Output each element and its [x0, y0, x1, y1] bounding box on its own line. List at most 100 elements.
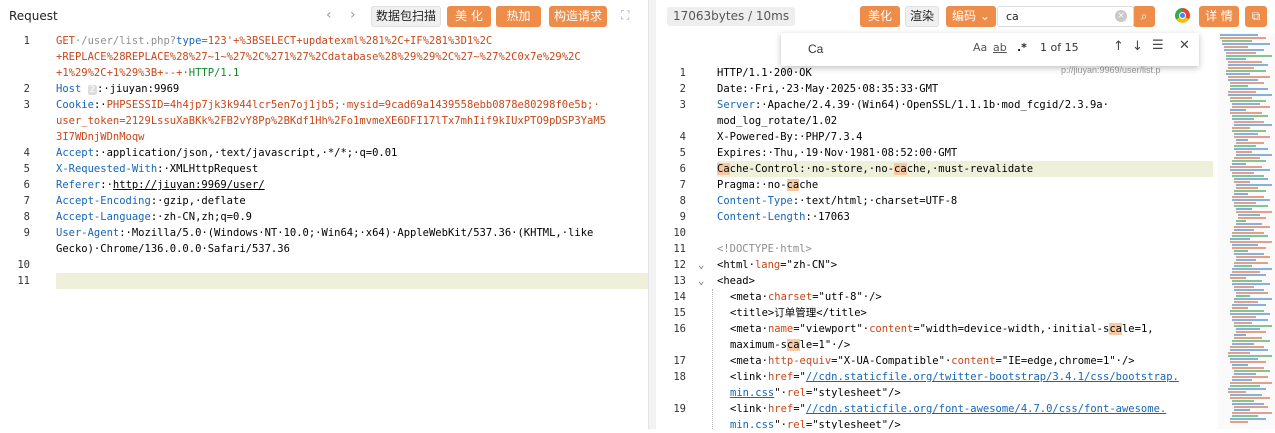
meta-viewport: <meta·name="viewport"·content="width=dev…: [730, 323, 1154, 335]
line-number: 14: [673, 291, 686, 303]
line-number: 3: [679, 99, 686, 111]
header-server: Server:·Apache/2.4.39·(Win64)·OpenSSL/1.…: [717, 99, 1109, 111]
find-input[interactable]: Ca: [808, 42, 823, 56]
search-icon: ⌕: [1140, 9, 1148, 23]
link-bootstrap: <link·href="//cdn.staticfile.org/twitter…: [730, 371, 1179, 383]
header-accept-language: Accept-Language:·zh-CN,zh;q=0.9: [56, 211, 252, 223]
header-date: Date:·Fri,·23·May·2025·08:35:33·GMT: [717, 83, 939, 95]
search-button[interactable]: ⌕: [1133, 6, 1155, 27]
line-number: 10: [673, 227, 686, 239]
line-number: 17: [673, 355, 686, 367]
fold-chevron-icon[interactable]: ⌄: [698, 273, 704, 289]
host-badge: 2: [87, 85, 98, 95]
link-bootstrap-cont: min.css"·rel="stylesheet"/>: [730, 387, 901, 399]
cookie-cont: 3I7WDnjWDnMoqw: [56, 131, 145, 143]
request-panel: Request ‹ › 数据包扫描 美 化 热加载 构造请求 ⛶ 1 GET·/u…: [0, 0, 649, 429]
beautify-button[interactable]: 美 化: [447, 6, 491, 27]
header-server-cont: mod_log_rotate/1.02: [717, 115, 838, 127]
close-icon[interactable]: ✕: [1179, 38, 1190, 53]
header-accept-encoding: Accept-Encoding:·gzip,·deflate: [56, 195, 246, 207]
line-number: 1: [23, 35, 30, 47]
forward-arrow-icon[interactable]: ›: [350, 7, 356, 23]
response-search-input[interactable]: ca ×: [997, 6, 1134, 27]
whole-word-toggle[interactable]: ab: [993, 41, 1007, 54]
beautify-button[interactable]: 美化: [860, 6, 900, 27]
line-number: 15: [673, 307, 686, 319]
build-request-button[interactable]: 构造请求: [549, 6, 607, 27]
minimap-preview: [1220, 34, 1272, 423]
line-number: 11: [673, 243, 686, 255]
line-number: 8: [23, 211, 30, 223]
response-toolbar: 17063bytes / 10ms 美化 渲染 编码 ⌄ ⌕ 详 情 ⧉: [656, 0, 1275, 33]
line-number: 4: [679, 131, 686, 143]
response-size: 17063bytes / 10ms: [667, 7, 796, 26]
request-editor[interactable]: 1 GET·/user/list.php?type=123'+%3BSELECT+…: [0, 33, 648, 429]
panel-divider[interactable]: [649, 0, 656, 429]
line-number: 7: [23, 195, 30, 207]
line-number: 5: [23, 163, 30, 175]
back-arrow-icon[interactable]: ‹: [326, 7, 332, 23]
hot-load-button[interactable]: 热加载: [496, 6, 541, 44]
copy-icon: ⧉: [1251, 9, 1261, 23]
line-number: 2: [23, 83, 30, 95]
encode-dropdown[interactable]: 编码 ⌄: [946, 6, 996, 27]
line-number: 3: [23, 99, 30, 111]
title-tag: <title>订单管理</title>: [730, 307, 867, 319]
clear-icon[interactable]: ×: [1115, 10, 1127, 22]
line-number: 6: [23, 179, 30, 191]
response-editor[interactable]: p://jiuyan:9969/user/list.p 1 HTTP/1.1·20…: [656, 33, 1275, 429]
find-widget: Ca Aa ab .* 1 of 15 ↑ ↓ ☰ ✕: [781, 33, 1199, 66]
meta-viewport-cont: maximum-scale=1"·/>: [730, 339, 851, 351]
header-content-type: Content-Type:·text/html;·charset=UTF-8: [717, 195, 958, 207]
request-line: GET·/user/list.php?type=123'+%3BSELECT+u…: [56, 35, 493, 47]
next-match-icon[interactable]: ↓: [1132, 39, 1143, 54]
request-line-cont: +REPLACE%28REPLACE%28%27~1~%27%2C%271%27…: [56, 51, 581, 63]
html-tag: <html·lang="zh-CN">: [717, 259, 838, 271]
render-button[interactable]: 渲染: [905, 6, 939, 27]
line-number: 9: [679, 211, 686, 223]
chevron-down-icon: ⌄: [979, 9, 990, 23]
request-line-cont: +1%29%2C+1%29%3B+--+·HTTP/1.1: [56, 67, 240, 79]
line-number: 7: [679, 179, 686, 191]
line-number: 8: [679, 195, 686, 207]
cookie-cont: user_token=2129LssuXaBKk%2FB2vY8Pp%2BKdf…: [56, 115, 606, 127]
find-in-selection-icon[interactable]: ☰: [1152, 38, 1164, 53]
user-agent-cont: Gecko)·Chrome/136.0.0.0·Safari/537.36: [56, 243, 290, 255]
line-number: 13: [673, 275, 686, 287]
details-button[interactable]: 详 情: [1199, 6, 1239, 27]
link-font-awesome-cont: min.css"·rel="stylesheet"/>: [730, 419, 901, 429]
line-number: 9: [23, 227, 30, 239]
link-font-awesome: <link·href="//cdn.staticfile.org/font-aw…: [730, 403, 1167, 415]
line-number: 19: [673, 403, 686, 415]
line-number: 10: [17, 259, 30, 271]
header-powered-by: X-Powered-By:·PHP/7.3.4: [717, 131, 863, 143]
line-number: 5: [679, 147, 686, 159]
previous-match-icon[interactable]: ↑: [1113, 39, 1124, 54]
meta-ua-compatible: <meta·http-equiv="X-UA-Compatible"·conte…: [730, 355, 1135, 367]
scan-button[interactable]: 数据包扫描: [371, 6, 442, 27]
minimap[interactable]: [1218, 33, 1275, 429]
header-cookie: Cookie:·PHPSESSID=4h4jp7jk3k944lcr5en7oj…: [56, 99, 600, 111]
copy-button[interactable]: ⧉: [1245, 6, 1267, 27]
chrome-icon[interactable]: [1175, 8, 1190, 23]
header-referer: Referer:·http://jiuyan:9969/user/: [56, 179, 265, 191]
line-number: 2: [679, 83, 686, 95]
request-toolbar: Request ‹ › 数据包扫描 美 化 热加载 构造请求 ⛶: [0, 0, 648, 44]
regex-toggle[interactable]: .*: [1017, 41, 1027, 54]
line-number: 12: [673, 259, 686, 271]
match-count: 1 of 15: [1040, 41, 1079, 54]
status-line: HTTP/1.1·200·OK: [717, 67, 812, 79]
line-number: 11: [17, 275, 30, 287]
request-title: Request: [9, 9, 58, 23]
line-number: 1: [679, 67, 686, 79]
header-accept: Accept:·application/json,·text/javascrip…: [56, 147, 398, 159]
header-cache-control: Cache-Control:·no-store,·no-cache,·must-…: [717, 163, 1034, 175]
expand-icon[interactable]: ⛶: [621, 8, 629, 23]
match-case-toggle[interactable]: Aa: [973, 41, 987, 54]
header-expires: Expires:·Thu,·19·Nov·1981·08:52:00·GMT: [717, 147, 958, 159]
header-host: Host 2:·jiuyan:9969: [56, 83, 180, 95]
header-user-agent: User-Agent:·Mozilla/5.0·(Windows·NT·10.0…: [56, 227, 594, 239]
header-pragma: Pragma:·no-cache: [717, 179, 819, 191]
line-number: 4: [23, 147, 30, 159]
fold-chevron-icon[interactable]: ⌄: [698, 257, 704, 273]
